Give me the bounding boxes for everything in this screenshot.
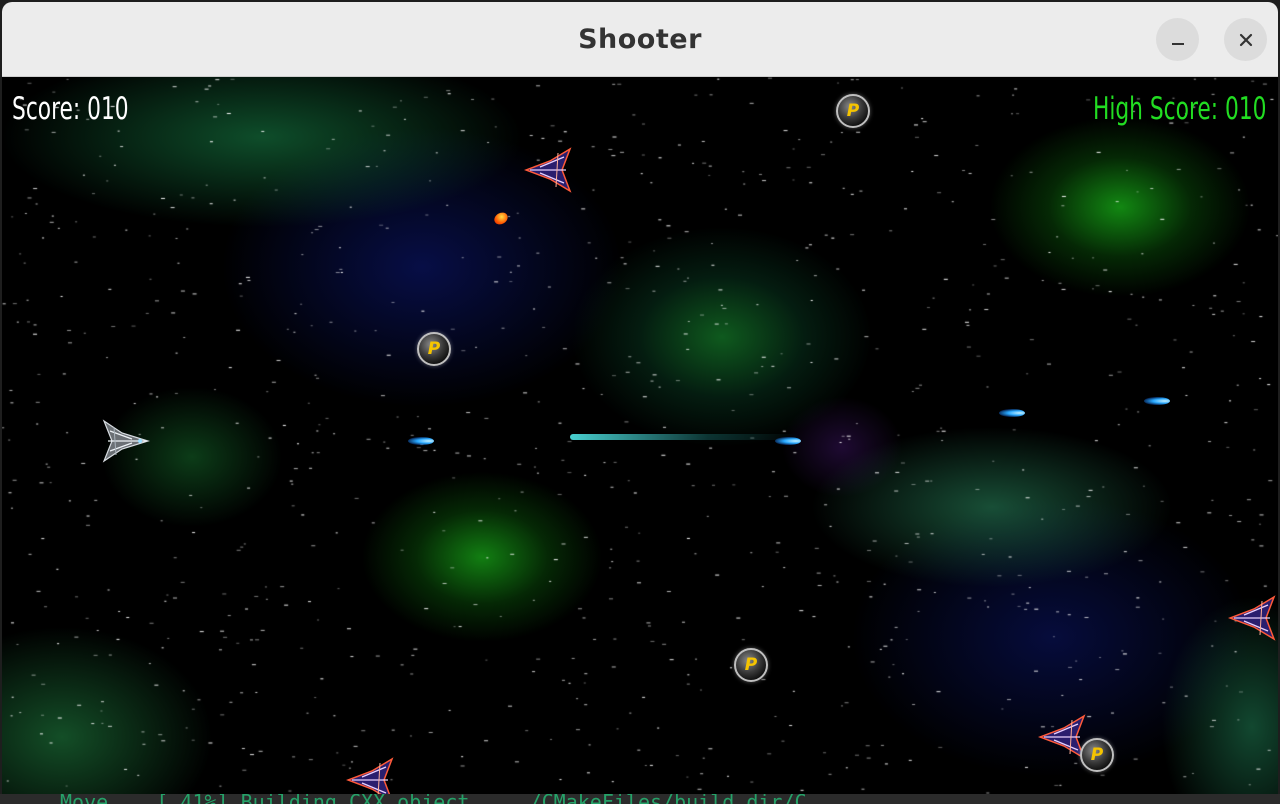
powerup-orb: P [1080,738,1114,772]
high-score-display: High Score: 010 [1092,91,1266,127]
player-bolt [999,409,1025,417]
enemy-ship [1038,714,1086,760]
score-display: Score: 010 [12,91,129,127]
close-button[interactable] [1224,18,1267,61]
title-bar[interactable]: Shooter [2,2,1278,77]
player-bolt [1144,397,1170,405]
player-bolt [408,437,434,445]
player-ship [102,419,150,463]
close-icon [1238,24,1254,54]
powerup-orb: P [734,648,768,682]
game-canvas[interactable]: Score: 010 High Score: 010 P P P P [2,77,1278,796]
background-terminal: Move... [ 41%] Building CXX object ... /… [0,794,1280,804]
powerup-orb: P [836,94,870,128]
enemy-ship [524,147,572,193]
powerup-orb: P [417,332,451,366]
window-title: Shooter [578,24,702,55]
game-window: Shooter Score: 010 High Score: 010 P P P… [2,2,1278,804]
terminal-text: Move... [ 41%] Building CXX object ... /… [60,794,843,804]
minimize-icon [1170,24,1186,54]
warp-streak [570,434,800,440]
enemy-ship [346,757,394,796]
minimize-button[interactable] [1156,18,1199,61]
enemy-ship [1228,595,1276,641]
